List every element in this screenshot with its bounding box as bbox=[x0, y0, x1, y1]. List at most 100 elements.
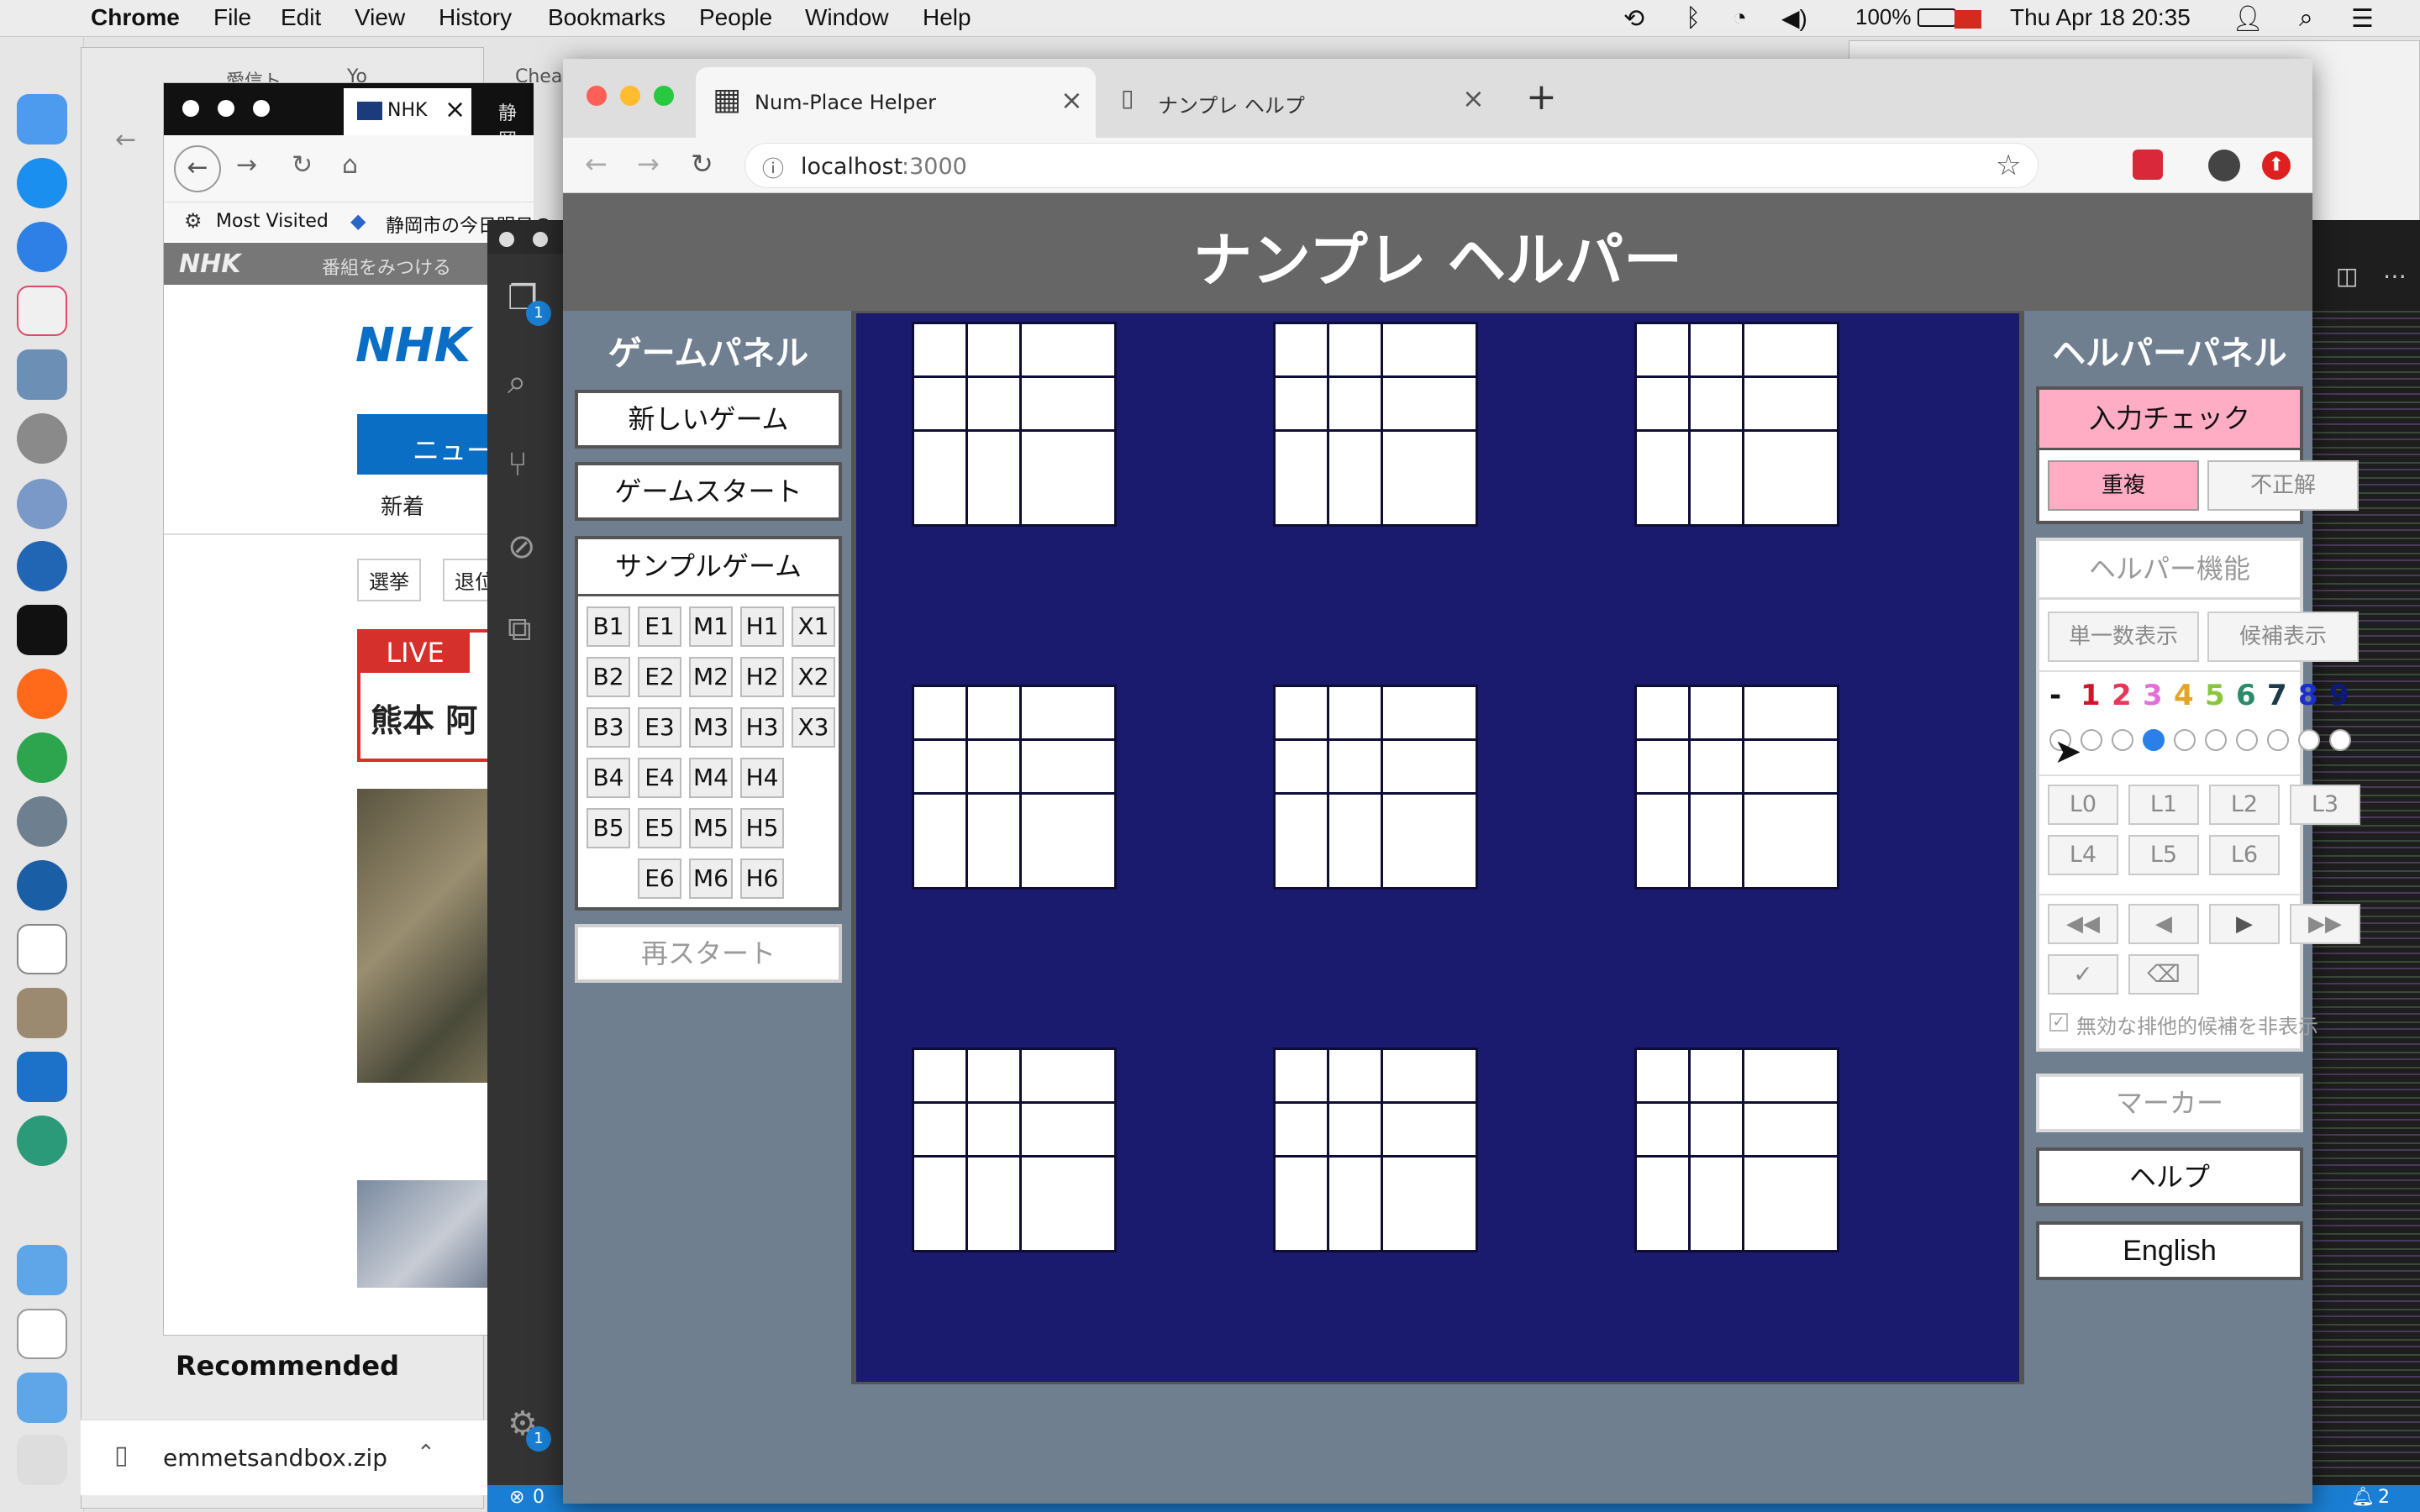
sample-game-button[interactable]: X1 bbox=[792, 606, 835, 647]
sample-game-button[interactable]: X3 bbox=[792, 707, 835, 748]
new-game-button[interactable]: 新しいゲーム bbox=[575, 390, 842, 449]
system-preferences-icon[interactable] bbox=[17, 413, 67, 464]
input-check-button[interactable]: 入力チェック bbox=[2039, 390, 2300, 450]
digit-radio[interactable] bbox=[2329, 729, 2351, 751]
minimize-icon[interactable] bbox=[533, 232, 548, 247]
digit-radio[interactable] bbox=[2298, 729, 2320, 751]
digit-radio[interactable] bbox=[2236, 729, 2258, 751]
source-control-icon[interactable]: ⑂ bbox=[508, 445, 528, 484]
wireshark-icon[interactable] bbox=[17, 860, 67, 911]
tab-nhk[interactable]: NHK × bbox=[344, 88, 471, 135]
nhk-small-logo[interactable]: NHK bbox=[179, 249, 240, 279]
reload-icon[interactable]: ↻ bbox=[292, 150, 313, 180]
sample-game-button[interactable]: H6 bbox=[740, 858, 784, 899]
trash-icon[interactable] bbox=[17, 1435, 67, 1485]
digit-radio[interactable] bbox=[2205, 729, 2227, 751]
nhk-subtab-new[interactable]: 新着 bbox=[381, 490, 424, 521]
digit-radio[interactable] bbox=[2081, 729, 2102, 751]
tab-num-place-helper[interactable]: ▦ Num-Place Helper × bbox=[696, 67, 1096, 138]
hide-invalid-checkbox[interactable]: ✓ bbox=[2049, 1013, 2068, 1032]
firefox-icon[interactable] bbox=[17, 669, 67, 719]
downloads-folder-icon[interactable] bbox=[17, 1373, 67, 1423]
sample-game-button[interactable]: M5 bbox=[689, 808, 733, 848]
close-window-icon[interactable] bbox=[587, 86, 607, 106]
minimize-icon[interactable] bbox=[218, 100, 234, 117]
split-editor-icon[interactable]: ◫ bbox=[2336, 262, 2358, 290]
input-source-flag-icon[interactable] bbox=[1954, 10, 1981, 29]
sample-game-button[interactable]: M1 bbox=[689, 606, 733, 647]
sample-game-button[interactable]: H2 bbox=[740, 657, 784, 697]
battery-icon[interactable] bbox=[1918, 8, 1956, 27]
check-icon[interactable]: ✓ bbox=[2048, 954, 2118, 995]
sudoku-cell[interactable] bbox=[1742, 1155, 1839, 1252]
marker-button[interactable]: マーカー bbox=[2036, 1074, 2303, 1132]
show-candidates-button[interactable]: 候補表示 bbox=[2207, 612, 2359, 662]
sample-game-button[interactable]: H1 bbox=[740, 606, 784, 647]
sample-game-button[interactable]: E3 bbox=[638, 707, 681, 748]
sample-game-button[interactable]: X2 bbox=[792, 657, 835, 697]
level-button[interactable]: L3 bbox=[2290, 785, 2360, 825]
menu-app-name[interactable]: Chrome bbox=[91, 4, 180, 31]
back-button[interactable]: ← bbox=[174, 145, 221, 192]
search-icon[interactable]: ⌕ bbox=[508, 363, 526, 402]
sample-game-button[interactable]: E1 bbox=[638, 606, 681, 647]
sample-game-button[interactable]: E2 bbox=[638, 657, 681, 697]
bell-icon[interactable]: 🔔︎ bbox=[2351, 1487, 2375, 1508]
zoom-icon[interactable] bbox=[253, 100, 270, 117]
bookmark-star-icon[interactable]: ☆ bbox=[1996, 149, 2021, 182]
user-icon[interactable]: 👤︎ bbox=[2232, 4, 2264, 34]
step-back-icon[interactable]: ◀ bbox=[2128, 904, 2199, 944]
duplicate-button[interactable]: 重複 bbox=[2048, 460, 2199, 511]
level-button[interactable]: L1 bbox=[2128, 785, 2199, 825]
menu-file[interactable]: File bbox=[213, 4, 251, 31]
sample-game-button[interactable]: M2 bbox=[689, 657, 733, 697]
back-icon[interactable]: ← bbox=[585, 148, 608, 180]
english-button[interactable]: English bbox=[2036, 1221, 2303, 1280]
atom-icon[interactable] bbox=[17, 1116, 67, 1166]
fast-forward-icon[interactable]: ▶▶ bbox=[2290, 904, 2360, 944]
zoom-window-icon[interactable] bbox=[654, 86, 674, 106]
tab-help[interactable]: ▯ ナンプレ ヘルプ × bbox=[1109, 72, 1496, 131]
spotlight-search-icon[interactable]: ⌕ bbox=[2299, 4, 2313, 33]
nhk-logo[interactable]: NHK bbox=[355, 318, 471, 373]
sample-game-button[interactable]: H3 bbox=[740, 707, 784, 748]
menu-help[interactable]: Help bbox=[923, 4, 971, 31]
step-forward-icon[interactable]: ▶ bbox=[2209, 904, 2280, 944]
digit-radio[interactable] bbox=[2174, 729, 2196, 751]
app-store-icon[interactable] bbox=[17, 158, 67, 208]
applications-folder-icon[interactable] bbox=[17, 1245, 67, 1295]
digit-radio[interactable] bbox=[2267, 729, 2289, 751]
forward-icon[interactable]: → bbox=[236, 150, 257, 180]
close-tab-icon[interactable]: × bbox=[1462, 82, 1485, 114]
info-icon[interactable]: ⓘ bbox=[762, 152, 784, 183]
digit-radio[interactable] bbox=[2112, 729, 2133, 751]
sudoku-cell[interactable] bbox=[1381, 1155, 1478, 1252]
sample-game-button[interactable]: M4 bbox=[689, 758, 733, 798]
clock[interactable]: Thu Apr 18 20:35 bbox=[2010, 4, 2191, 31]
eraser-icon[interactable]: ⌫ bbox=[2128, 954, 2199, 995]
itunes-icon[interactable] bbox=[17, 286, 67, 336]
sudoku-cell[interactable] bbox=[1381, 429, 1478, 527]
single-number-button[interactable]: 単一数表示 bbox=[2048, 612, 2199, 662]
menu-edit[interactable]: Edit bbox=[281, 4, 321, 31]
forward-icon[interactable]: → bbox=[637, 148, 660, 180]
sample-game-button[interactable]: M6 bbox=[689, 858, 733, 899]
level-button[interactable]: L6 bbox=[2209, 835, 2280, 875]
game-start-button[interactable]: ゲームスタート bbox=[575, 462, 842, 521]
minimize-window-icon[interactable] bbox=[620, 86, 640, 106]
close-icon[interactable] bbox=[499, 232, 514, 247]
sample-game-button[interactable]: H5 bbox=[740, 808, 784, 848]
digit-radio[interactable] bbox=[2143, 729, 2165, 751]
chip-election[interactable]: 選挙 bbox=[357, 559, 421, 601]
back-arrow-icon[interactable]: ← bbox=[115, 125, 136, 155]
extension-icon[interactable] bbox=[2133, 150, 2163, 180]
volume-icon[interactable]: ◀) bbox=[1781, 4, 1807, 32]
sample-game-button[interactable]: B5 bbox=[587, 808, 630, 848]
txt-file-icon[interactable] bbox=[17, 1309, 67, 1359]
level-button[interactable]: L2 bbox=[2209, 785, 2280, 825]
tex-icon[interactable] bbox=[17, 796, 67, 847]
nhk-nav-programs[interactable]: 番組をみつける bbox=[322, 253, 451, 280]
new-tab-icon[interactable]: + bbox=[1526, 76, 1557, 118]
vscode-icon[interactable] bbox=[17, 1052, 67, 1102]
restart-button[interactable]: 再スタート bbox=[575, 924, 842, 983]
